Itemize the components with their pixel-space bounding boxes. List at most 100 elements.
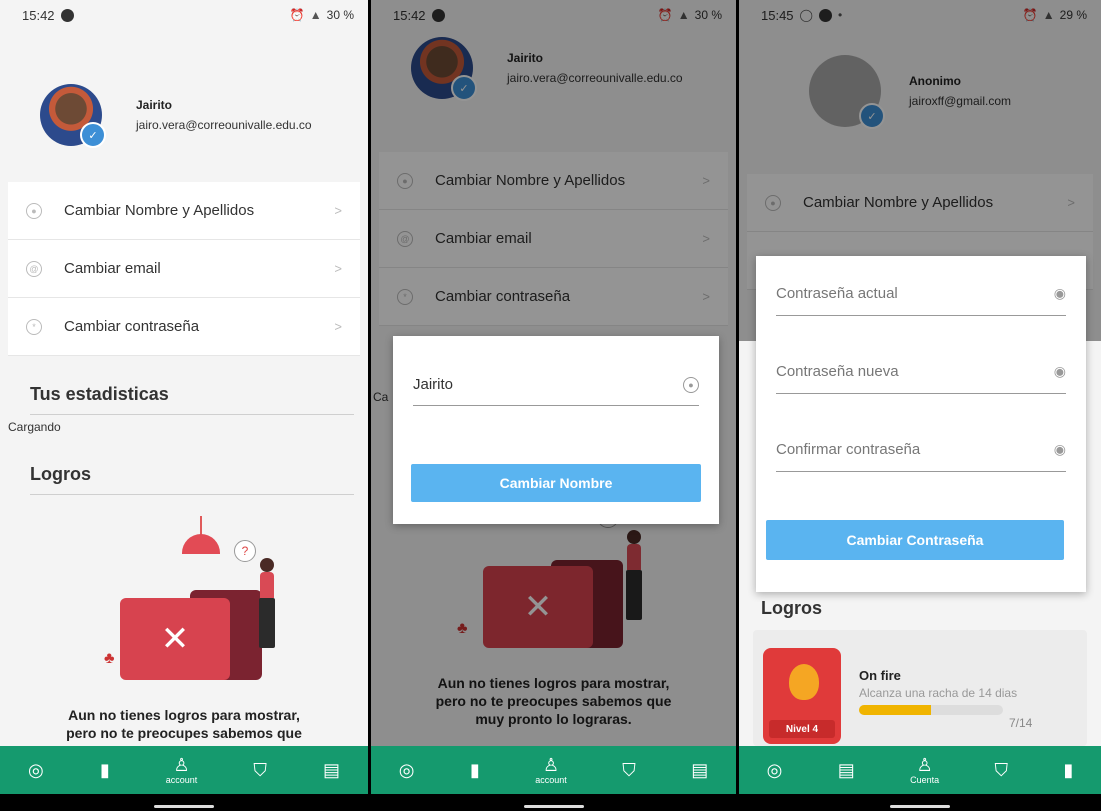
woman-skirt bbox=[259, 598, 275, 648]
verified-icon: ✓ bbox=[80, 122, 106, 148]
nav-explore[interactable]: ◎ bbox=[28, 761, 44, 779]
woman-body bbox=[260, 572, 274, 598]
nav-store[interactable]: ▤ bbox=[323, 761, 340, 779]
nav-account[interactable]: ♙ account bbox=[166, 756, 198, 785]
bottom-nav: ◎ ▮ ♙ account ⛉ ▤ bbox=[0, 746, 368, 794]
empty-achievements-text: Aun no tienes logros para mostrar, pero … bbox=[0, 706, 368, 742]
signal-icon: ▲ bbox=[309, 8, 322, 22]
new-password-placeholder: Contraseña nueva bbox=[776, 363, 899, 380]
status-bar: 15:42 ⏰ ▲ 30 % bbox=[0, 0, 368, 30]
stats-title: Tus estadisticas bbox=[30, 384, 169, 404]
menu-item-change-name[interactable]: ● Cambiar Nombre y Apellidos > bbox=[8, 182, 360, 240]
name-field-value: Jairito bbox=[413, 376, 454, 393]
account-icon: ♙ bbox=[916, 754, 933, 775]
avatar[interactable]: ✓ bbox=[40, 84, 106, 148]
achievement-level: Nivel 4 bbox=[769, 720, 835, 738]
plant-icon: ♣ bbox=[104, 650, 115, 667]
profile-email: jairo.vera@correounivalle.edu.co bbox=[136, 118, 312, 132]
shield-check-icon: ⛉ bbox=[253, 760, 267, 780]
nav-achievements[interactable]: ⛉ bbox=[995, 761, 1009, 779]
account-icon: ♙ bbox=[173, 754, 190, 775]
change-password-dialog: Contraseña actual ◉ Contraseña nueva ◉ C… bbox=[756, 256, 1086, 592]
menu-item-change-email[interactable]: @ Cambiar email > bbox=[8, 240, 360, 298]
lock-icon: * bbox=[26, 318, 42, 335]
achievement-progress-count: 7/14 bbox=[1009, 716, 1033, 730]
chevron-right-icon: > bbox=[334, 319, 342, 334]
nav-achievements[interactable]: ⛉ bbox=[253, 761, 267, 779]
home-indicator[interactable] bbox=[154, 805, 214, 808]
question-bubble-icon: ? bbox=[234, 540, 256, 562]
notification-icon bbox=[60, 8, 74, 22]
store-icon: ▤ bbox=[837, 760, 855, 780]
home-indicator[interactable] bbox=[523, 805, 584, 808]
current-password-placeholder: Contraseña actual bbox=[776, 285, 898, 302]
nav-library[interactable]: ▮ bbox=[470, 761, 480, 779]
screen-change-name: 15:42 ⏰ ▲ 30 % ✓ Jairito jairo.vera@correo… bbox=[371, 0, 736, 811]
compass-icon: ◎ bbox=[766, 760, 783, 780]
screen-change-password: 15:45 ◯ • ⏰ ▲ 29 % ✓ Anonimo jairoxff@gmail.… bbox=[739, 0, 1101, 811]
divider bbox=[30, 414, 354, 415]
menu-item-label: Cambiar Nombre y Apellidos bbox=[64, 202, 255, 219]
book-icon: ▮ bbox=[99, 760, 110, 780]
new-password-field[interactable]: Contraseña nueva ◉ bbox=[776, 350, 1066, 394]
nav-account-label: account bbox=[535, 774, 567, 785]
system-nav-bar bbox=[739, 794, 1101, 811]
nav-explore[interactable]: ◎ bbox=[399, 761, 415, 779]
compass-icon: ◎ bbox=[28, 760, 44, 780]
achievements-title: Logros bbox=[30, 464, 91, 484]
status-time: 15:42 bbox=[22, 7, 55, 23]
achievement-description: Alcanza una racha de 14 dias bbox=[859, 686, 1018, 700]
loading-text: Cargando bbox=[8, 420, 61, 434]
eye-icon[interactable]: ◉ bbox=[1054, 285, 1066, 302]
confirm-password-field[interactable]: Confirmar contraseña ◉ bbox=[776, 428, 1066, 472]
eye-icon[interactable]: ◉ bbox=[1054, 441, 1066, 458]
nav-account-label: account bbox=[165, 774, 198, 785]
flame-icon bbox=[789, 664, 819, 700]
achievement-title: On fire bbox=[859, 668, 901, 683]
menu-item-label: Cambiar email bbox=[64, 260, 161, 277]
change-password-button[interactable]: Cambiar Contraseña bbox=[766, 520, 1064, 560]
shield-check-icon: ⛉ bbox=[622, 760, 636, 780]
menu-item-change-password[interactable]: * Cambiar contraseña > bbox=[8, 298, 360, 356]
nav-achievements[interactable]: ⛉ bbox=[622, 761, 636, 779]
divider bbox=[30, 494, 354, 495]
change-name-button[interactable]: Cambiar Nombre bbox=[411, 464, 701, 502]
screen-profile: 15:42 ⏰ ▲ 30 % ✓ Jairito jairo.vera@correo… bbox=[0, 0, 368, 811]
home-indicator[interactable] bbox=[890, 805, 950, 808]
empty-line: pero no te preocupes sabemos que bbox=[66, 725, 302, 741]
system-nav-bar bbox=[0, 794, 368, 811]
woman-head bbox=[260, 558, 274, 572]
at-icon: @ bbox=[26, 260, 42, 277]
nav-store[interactable]: ▤ bbox=[838, 761, 855, 779]
book-icon: ▮ bbox=[469, 760, 480, 780]
achievements-title: Logros bbox=[761, 598, 822, 618]
change-name-dialog: Jairito ● Cambiar Nombre bbox=[393, 336, 719, 524]
shield-check-icon: ⛉ bbox=[994, 760, 1009, 780]
chevron-right-icon: > bbox=[334, 203, 342, 218]
profile-header: ✓ Jairito jairo.vera@correounivalle.edu.… bbox=[0, 40, 368, 190]
bottom-nav: ◎ ▤ ♙ Cuenta ⛉ ▮ bbox=[739, 746, 1101, 794]
compass-icon: ◎ bbox=[398, 760, 415, 780]
profile-name: Jairito bbox=[136, 98, 173, 112]
confirm-password-placeholder: Confirmar contraseña bbox=[776, 441, 921, 458]
achievement-progress-fill bbox=[859, 705, 931, 715]
nav-store[interactable]: ▤ bbox=[691, 761, 708, 779]
user-icon: ● bbox=[26, 202, 42, 219]
book-icon: ▮ bbox=[1063, 760, 1074, 780]
nav-explore[interactable]: ◎ bbox=[767, 761, 783, 779]
name-field[interactable]: Jairito ● bbox=[413, 364, 699, 406]
bottom-nav: ◎ ▮ ♙ account ⛉ ▤ bbox=[371, 746, 736, 794]
current-password-field[interactable]: Contraseña actual ◉ bbox=[776, 272, 1066, 316]
account-icon: ♙ bbox=[542, 754, 560, 775]
eye-icon[interactable]: ◉ bbox=[1054, 363, 1066, 380]
alarm-icon: ⏰ bbox=[289, 8, 305, 22]
nav-library[interactable]: ▮ bbox=[1063, 761, 1073, 779]
nav-library[interactable]: ▮ bbox=[100, 761, 110, 779]
settings-menu: ● Cambiar Nombre y Apellidos > @ Cambiar em… bbox=[8, 182, 360, 356]
achievement-progress-bar bbox=[859, 705, 1003, 715]
nav-account[interactable]: ♙ account bbox=[535, 756, 567, 785]
lamp-icon bbox=[182, 534, 220, 554]
nav-account[interactable]: ♙ Cuenta bbox=[910, 756, 939, 785]
store-icon: ▤ bbox=[691, 760, 709, 780]
empty-line: Aun no tienes logros para mostrar, bbox=[68, 707, 300, 723]
